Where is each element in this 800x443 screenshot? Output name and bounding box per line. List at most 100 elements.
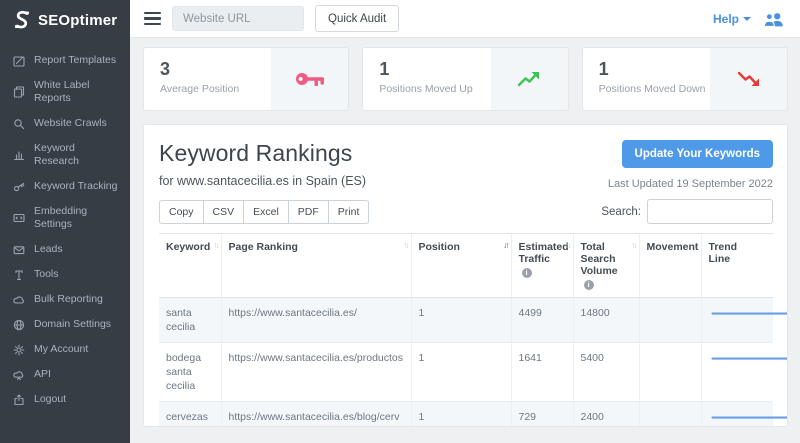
- sort-icon: ↑↓: [693, 240, 698, 250]
- update-keywords-button[interactable]: Update Your Keywords: [622, 140, 773, 168]
- keyword-cell: santa cecilia: [159, 298, 221, 343]
- sidebar-item-keyword-tracking[interactable]: Keyword Tracking: [0, 174, 130, 199]
- sidebar-item-label: White Label Reports: [34, 79, 120, 105]
- hamburger-icon[interactable]: [144, 12, 161, 26]
- sidebar-item-label: API: [34, 368, 51, 381]
- sidebar-item-my-account[interactable]: My Account: [0, 337, 130, 362]
- sidebar-item-keyword-research[interactable]: Keyword Research: [0, 136, 130, 174]
- page-title: Keyword Rankings: [159, 140, 366, 167]
- stat-card-positions-moved-up: 1 Positions Moved Up: [362, 47, 568, 111]
- trend-line-sparkline: [701, 298, 773, 343]
- column-header-keyword[interactable]: Keyword↑↓: [159, 234, 221, 298]
- page-ranking-cell[interactable]: https://www.santacecilia.es/blog/cerveza…: [221, 402, 411, 428]
- table-row: cervezas negras https://www.santacecilia…: [159, 402, 773, 428]
- column-header-estimated-traffic[interactable]: Estimated Traffici↑↓: [511, 234, 573, 298]
- sidebar-item-label: My Account: [34, 343, 88, 356]
- topbar: Quick Audit Help: [130, 0, 800, 38]
- help-caret-icon: [743, 17, 751, 21]
- seoptimer-logo[interactable]: SEOptimer: [0, 0, 130, 42]
- sort-icon: ↓↑: [503, 240, 508, 250]
- sidebar-item-report-templates[interactable]: Report Templates: [0, 48, 130, 73]
- sidebar-item-label: Bulk Reporting: [34, 293, 103, 306]
- info-icon[interactable]: i: [522, 268, 532, 278]
- estimated-traffic-cell: 4499: [511, 298, 573, 343]
- trend-line-sparkline: [701, 343, 773, 402]
- estimated-traffic-cell: 1641: [511, 343, 573, 402]
- trend-line-sparkline: [701, 402, 773, 428]
- sidebar-item-api[interactable]: API: [0, 362, 130, 387]
- sidebar-item-label: Report Templates: [34, 54, 116, 67]
- stat-label: Positions Moved Down: [599, 83, 710, 95]
- stat-value: 1: [599, 59, 710, 80]
- sidebar-item-embedding-settings[interactable]: Embedding Settings: [0, 199, 130, 237]
- seoptimer-gear-s-icon: [12, 10, 32, 30]
- sidebar-item-white-label-reports[interactable]: White Label Reports: [0, 73, 130, 111]
- report-templates-icon: [13, 55, 25, 67]
- content-area: 3 Average Position: [130, 38, 800, 443]
- movement-cell: [639, 298, 701, 343]
- sort-icon: ↑↓: [403, 240, 408, 250]
- column-header-trend-line: Trend Line: [701, 234, 773, 298]
- sidebar-item-tools[interactable]: Tools: [0, 262, 130, 287]
- my-account-icon: [13, 344, 25, 356]
- tools-icon: [13, 269, 25, 281]
- sidebar-item-website-crawls[interactable]: Website Crawls: [0, 111, 130, 136]
- search-volume-cell: 14800: [573, 298, 639, 343]
- keyword-cell: cervezas negras: [159, 402, 221, 428]
- excel-button[interactable]: Excel: [244, 200, 289, 224]
- movement-cell: [639, 343, 701, 402]
- sidebar-item-label: Keyword Tracking: [34, 180, 117, 193]
- keyword-tracking-icon: [13, 181, 25, 193]
- sort-icon: ↑↓: [565, 240, 570, 250]
- quick-audit-button[interactable]: Quick Audit: [315, 5, 399, 32]
- page-ranking-cell[interactable]: https://www.santacecilia.es/productos: [221, 343, 411, 402]
- trend-up-icon: [516, 69, 542, 89]
- sidebar-item-label: Tools: [34, 268, 59, 281]
- sidebar-item-domain-settings[interactable]: Domain Settings: [0, 312, 130, 337]
- account-users-button[interactable]: [762, 10, 786, 28]
- copy-button[interactable]: Copy: [159, 200, 204, 224]
- keyword-rankings-table: Keyword↑↓ Page Ranking↑↓ Position↓↑ Esti…: [159, 233, 773, 427]
- position-cell: 1: [411, 402, 511, 428]
- trend-down-icon: [736, 69, 762, 89]
- brand-name: SEOptimer: [38, 12, 117, 29]
- sidebar-item-leads[interactable]: Leads: [0, 237, 130, 262]
- sidebar-nav: Report Templates White Label Reports Web…: [0, 42, 130, 412]
- stat-label: Positions Moved Up: [379, 83, 490, 95]
- sidebar-item-logout[interactable]: Logout: [0, 387, 130, 412]
- last-updated-text: Last Updated 19 September 2022: [608, 178, 773, 190]
- page-ranking-cell[interactable]: https://www.santacecilia.es/: [221, 298, 411, 343]
- table-row: bodega santa cecilia https://www.santace…: [159, 343, 773, 402]
- keyword-cell: bodega santa cecilia: [159, 343, 221, 402]
- pdf-button[interactable]: PDF: [289, 200, 329, 224]
- seoptimer-app: SEOptimer Report Templates White Label R…: [0, 0, 800, 443]
- column-header-total-search-volume[interactable]: Total Search Volumei↑↓: [573, 234, 639, 298]
- table-row: santa cecilia https://www.santacecilia.e…: [159, 298, 773, 343]
- bulk-reporting-icon: [13, 294, 25, 306]
- sidebar-item-label: Leads: [34, 243, 63, 256]
- info-icon[interactable]: i: [584, 280, 594, 290]
- help-menu[interactable]: Help: [713, 12, 751, 26]
- column-header-movement[interactable]: Movement↑↓: [639, 234, 701, 298]
- sort-icon: ↑↓: [213, 240, 218, 250]
- keyword-rankings-panel: Keyword Rankings for www.santacecilia.es…: [143, 124, 788, 427]
- column-header-position[interactable]: Position↓↑: [411, 234, 511, 298]
- website-url-input[interactable]: [172, 6, 304, 31]
- sidebar: SEOptimer Report Templates White Label R…: [0, 0, 130, 443]
- position-cell: 1: [411, 343, 511, 402]
- print-button[interactable]: Print: [329, 200, 370, 224]
- position-cell: 1: [411, 298, 511, 343]
- stat-value: 1: [379, 59, 490, 80]
- search-label: Search:: [601, 206, 641, 218]
- sort-icon: ↑↓: [631, 240, 636, 250]
- sidebar-item-bulk-reporting[interactable]: Bulk Reporting: [0, 287, 130, 312]
- api-icon: [13, 369, 25, 381]
- search-volume-cell: 5400: [573, 343, 639, 402]
- column-header-page-ranking[interactable]: Page Ranking↑↓: [221, 234, 411, 298]
- search-input[interactable]: [647, 199, 773, 224]
- csv-button[interactable]: CSV: [204, 200, 245, 224]
- stat-cards: 3 Average Position: [143, 47, 788, 111]
- embedding-settings-icon: [13, 212, 25, 224]
- website-crawls-icon: [13, 118, 25, 130]
- leads-icon: [13, 244, 25, 256]
